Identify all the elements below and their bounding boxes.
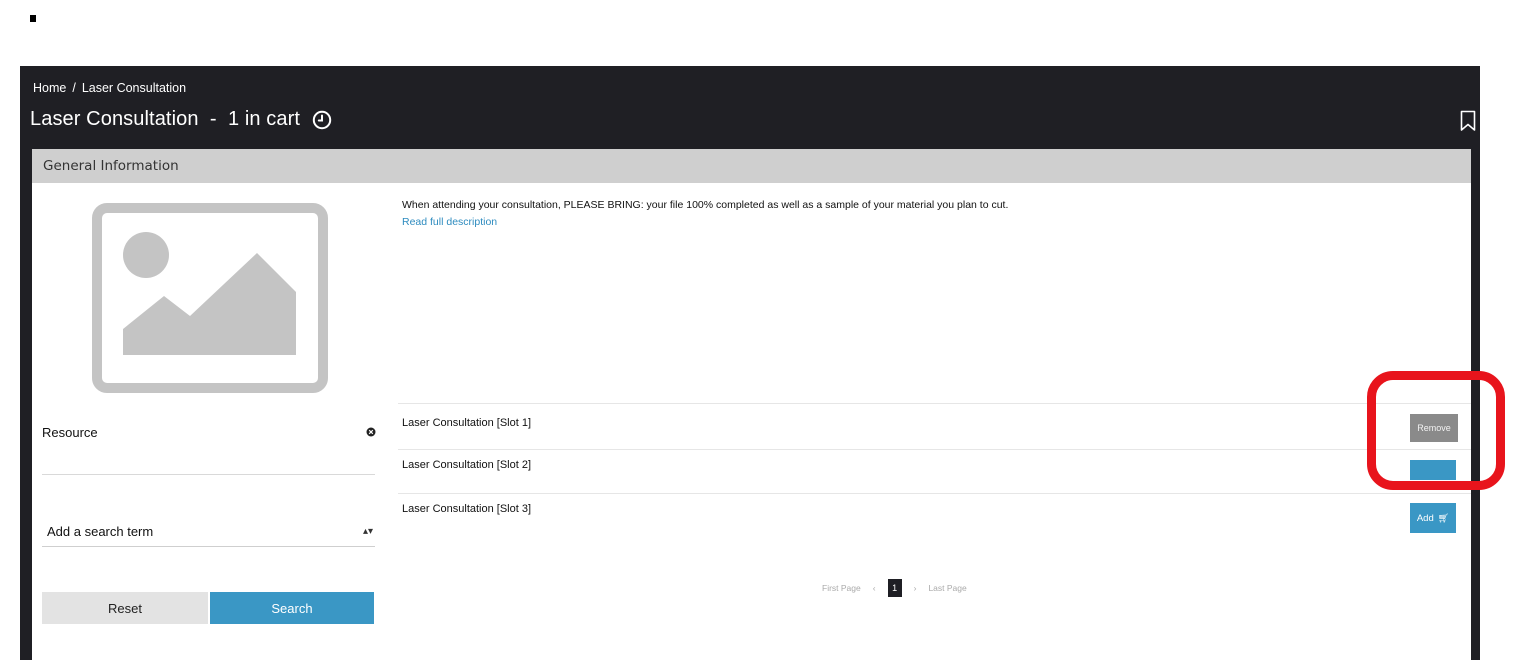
search-button[interactable]: Search (210, 592, 374, 624)
search-term-placeholder: Add a search term (47, 524, 154, 539)
corner-marker (30, 15, 36, 22)
select-arrows-icon: ▴▾ (362, 526, 373, 537)
slot-name: Laser Consultation [Slot 2] (402, 459, 532, 471)
image-placeholder-icon (92, 203, 328, 393)
slot-row: Laser Consultation [Slot 3] Add 🛒︎ (398, 493, 1471, 538)
breadcrumb-home[interactable]: Home (33, 81, 66, 95)
breadcrumb-current: Laser Consultation (81, 81, 187, 95)
general-information-bar[interactable]: General Information (32, 149, 1471, 183)
app-frame: Home / Laser Consultation Laser Consultati… (20, 66, 1480, 660)
reset-button[interactable]: Reset (42, 592, 208, 624)
read-full-description-link[interactable]: Read full description (402, 216, 497, 228)
first-page-link[interactable]: First Page (822, 583, 861, 593)
slot-row: Laser Consultation [Slot 2] (398, 449, 1471, 490)
cart-icon: 🛒︎ (1437, 512, 1450, 523)
clock-icon[interactable] (312, 110, 332, 130)
slot-row: Laser Consultation [Slot 1] Remove (398, 403, 1471, 448)
breadcrumb: Home / Laser Consultation (33, 81, 186, 95)
last-page-link[interactable]: Last Page (928, 583, 966, 593)
bookmark-icon[interactable] (1460, 110, 1476, 132)
description-text: When attending your consultation, PLEASE… (402, 199, 1009, 211)
slot-name: Laser Consultation [Slot 3] (402, 503, 532, 515)
title-row: Laser Consultation - 1 in cart (30, 108, 332, 131)
slot-name: Laser Consultation [Slot 1] (402, 417, 532, 429)
breadcrumb-separator: / (72, 81, 76, 95)
current-page[interactable]: 1 (887, 579, 902, 597)
next-page-link[interactable]: › (914, 583, 917, 593)
page-header: Home / Laser Consultation Laser Consultati… (20, 66, 1480, 149)
page-title: Laser Consultation - 1 in cart (30, 108, 300, 130)
content-panel: General Information When attending your … (32, 149, 1471, 660)
add-to-cart-button[interactable] (1410, 460, 1456, 480)
search-term-select[interactable]: Add a search term ▴▾ (42, 518, 375, 547)
remove-button[interactable]: Remove (1410, 414, 1458, 442)
pagination: First Page ‹ 1 › Last Page (822, 579, 967, 597)
previous-page-link[interactable]: ‹ (873, 583, 876, 593)
resource-field[interactable] (42, 474, 375, 475)
add-to-cart-button[interactable]: Add 🛒︎ (1410, 503, 1456, 533)
add-label: Add (1416, 512, 1434, 524)
clear-resource-icon[interactable] (366, 427, 376, 437)
resource-label: Resource (42, 425, 98, 440)
